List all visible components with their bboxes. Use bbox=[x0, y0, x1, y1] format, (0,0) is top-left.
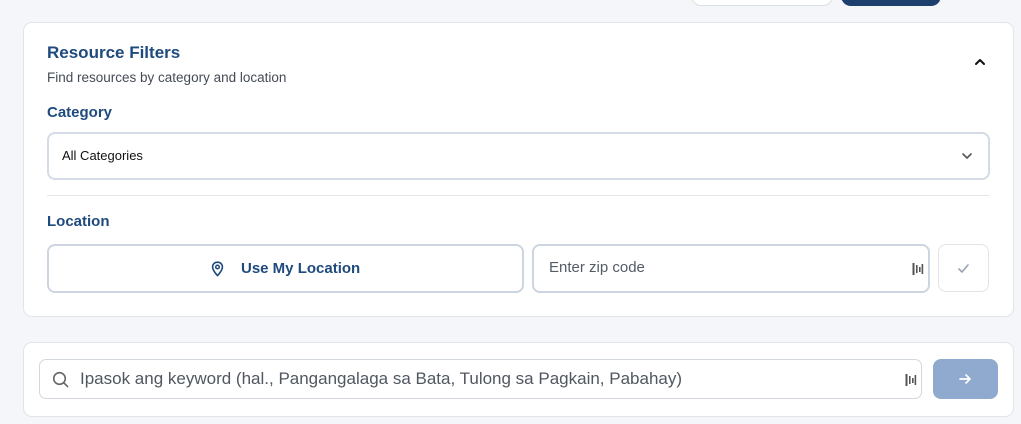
top-secondary-button[interactable] bbox=[691, 0, 833, 6]
check-icon bbox=[958, 264, 969, 273]
panel-title: Resource Filters bbox=[47, 43, 181, 62]
zip-code-input[interactable] bbox=[549, 259, 889, 276]
keyword-search-field[interactable] bbox=[39, 359, 922, 399]
use-my-location-label: Use My Location bbox=[241, 260, 361, 277]
password-manager-icon[interactable] bbox=[905, 373, 917, 387]
collapse-button[interactable] bbox=[971, 53, 989, 71]
category-select[interactable]: All Categories bbox=[47, 132, 990, 180]
keyword-search-input[interactable] bbox=[80, 369, 900, 389]
password-manager-icon[interactable] bbox=[912, 262, 924, 276]
confirm-zip-button[interactable] bbox=[938, 244, 989, 292]
location-label: Location bbox=[47, 213, 110, 230]
zip-code-field[interactable] bbox=[532, 244, 930, 293]
chevron-down-icon bbox=[962, 153, 972, 159]
category-select-value: All Categories bbox=[62, 148, 143, 163]
search-icon bbox=[52, 371, 69, 388]
category-label: Category bbox=[47, 104, 113, 121]
search-submit-button[interactable] bbox=[933, 359, 998, 399]
panel-subtitle: Find resources by category and location bbox=[47, 70, 287, 85]
resource-filters-panel: Resource Filters Find resources by categ… bbox=[23, 22, 1014, 317]
map-pin-icon bbox=[211, 261, 224, 277]
keyword-search-panel bbox=[23, 342, 1014, 417]
arrow-right-icon bbox=[959, 374, 971, 384]
divider bbox=[47, 195, 990, 196]
use-my-location-button[interactable]: Use My Location bbox=[47, 244, 524, 293]
chevron-up-icon bbox=[975, 59, 985, 65]
top-primary-button[interactable] bbox=[841, 0, 941, 6]
